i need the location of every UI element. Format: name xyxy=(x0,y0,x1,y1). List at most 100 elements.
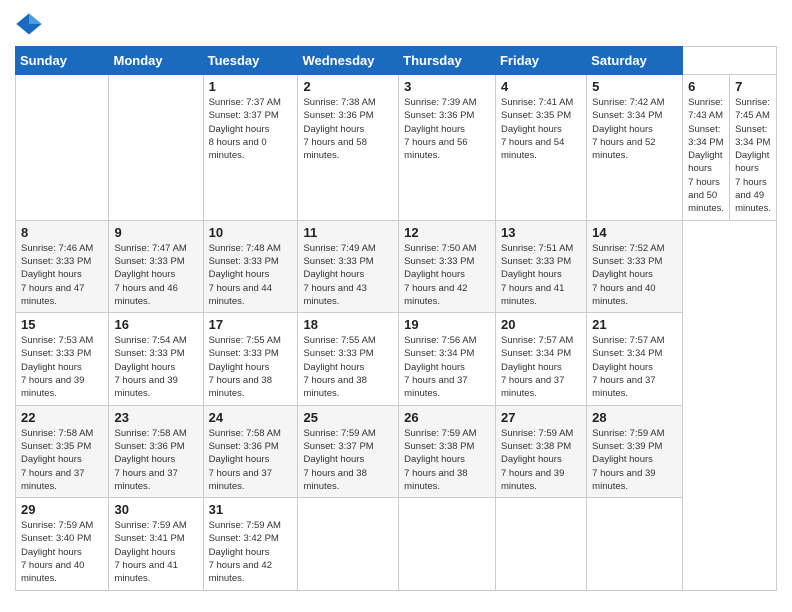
day-number: 17 xyxy=(209,317,293,332)
day-info: Sunrise: 7:55 AM Sunset: 3:33 PM Dayligh… xyxy=(303,334,393,400)
day-number: 3 xyxy=(404,79,490,94)
day-number: 29 xyxy=(21,502,103,517)
calendar-table: SundayMondayTuesdayWednesdayThursdayFrid… xyxy=(15,46,777,591)
day-info: Sunrise: 7:59 AM Sunset: 3:38 PM Dayligh… xyxy=(404,427,490,493)
day-number: 2 xyxy=(303,79,393,94)
day-info: Sunrise: 7:39 AM Sunset: 3:36 PM Dayligh… xyxy=(404,96,490,162)
calendar-day-cell: 1 Sunrise: 7:37 AM Sunset: 3:37 PM Dayli… xyxy=(203,75,298,221)
day-header-monday: Monday xyxy=(109,47,203,75)
day-header-saturday: Saturday xyxy=(587,47,683,75)
calendar-day-cell: 6 Sunrise: 7:43 AM Sunset: 3:34 PM Dayli… xyxy=(683,75,730,221)
calendar-day-cell: 8 Sunrise: 7:46 AM Sunset: 3:33 PM Dayli… xyxy=(16,220,109,312)
logo xyxy=(15,10,46,38)
calendar-day-cell: 27 Sunrise: 7:59 AM Sunset: 3:38 PM Dayl… xyxy=(495,405,586,497)
day-info: Sunrise: 7:58 AM Sunset: 3:36 PM Dayligh… xyxy=(114,427,197,493)
day-number: 30 xyxy=(114,502,197,517)
day-info: Sunrise: 7:57 AM Sunset: 3:34 PM Dayligh… xyxy=(501,334,581,400)
day-info: Sunrise: 7:59 AM Sunset: 3:40 PM Dayligh… xyxy=(21,519,103,585)
day-number: 1 xyxy=(209,79,293,94)
day-info: Sunrise: 7:41 AM Sunset: 3:35 PM Dayligh… xyxy=(501,96,581,162)
calendar-day-cell: 23 Sunrise: 7:58 AM Sunset: 3:36 PM Dayl… xyxy=(109,405,203,497)
calendar-day-cell: 19 Sunrise: 7:56 AM Sunset: 3:34 PM Dayl… xyxy=(399,313,496,405)
day-number: 14 xyxy=(592,225,677,240)
day-number: 26 xyxy=(404,410,490,425)
day-info: Sunrise: 7:54 AM Sunset: 3:33 PM Dayligh… xyxy=(114,334,197,400)
day-info: Sunrise: 7:42 AM Sunset: 3:34 PM Dayligh… xyxy=(592,96,677,162)
day-info: Sunrise: 7:52 AM Sunset: 3:33 PM Dayligh… xyxy=(592,242,677,308)
day-number: 21 xyxy=(592,317,677,332)
day-number: 13 xyxy=(501,225,581,240)
day-info: Sunrise: 7:46 AM Sunset: 3:33 PM Dayligh… xyxy=(21,242,103,308)
day-number: 28 xyxy=(592,410,677,425)
calendar-day-cell: 26 Sunrise: 7:59 AM Sunset: 3:38 PM Dayl… xyxy=(399,405,496,497)
calendar-day-cell: 7 Sunrise: 7:45 AM Sunset: 3:34 PM Dayli… xyxy=(730,75,777,221)
day-info: Sunrise: 7:48 AM Sunset: 3:33 PM Dayligh… xyxy=(209,242,293,308)
calendar-day-cell: 14 Sunrise: 7:52 AM Sunset: 3:33 PM Dayl… xyxy=(587,220,683,312)
day-info: Sunrise: 7:45 AM Sunset: 3:34 PM Dayligh… xyxy=(735,96,771,216)
day-number: 24 xyxy=(209,410,293,425)
empty-cell xyxy=(16,75,109,221)
day-number: 25 xyxy=(303,410,393,425)
day-number: 27 xyxy=(501,410,581,425)
day-info: Sunrise: 7:59 AM Sunset: 3:39 PM Dayligh… xyxy=(592,427,677,493)
day-number: 15 xyxy=(21,317,103,332)
calendar-day-cell: 29 Sunrise: 7:59 AM Sunset: 3:40 PM Dayl… xyxy=(16,498,109,590)
calendar-day-cell: 22 Sunrise: 7:58 AM Sunset: 3:35 PM Dayl… xyxy=(16,405,109,497)
calendar-day-cell: 3 Sunrise: 7:39 AM Sunset: 3:36 PM Dayli… xyxy=(399,75,496,221)
day-number: 11 xyxy=(303,225,393,240)
day-info: Sunrise: 7:59 AM Sunset: 3:38 PM Dayligh… xyxy=(501,427,581,493)
calendar-day-cell: 15 Sunrise: 7:53 AM Sunset: 3:33 PM Dayl… xyxy=(16,313,109,405)
day-info: Sunrise: 7:55 AM Sunset: 3:33 PM Dayligh… xyxy=(209,334,293,400)
day-info: Sunrise: 7:59 AM Sunset: 3:42 PM Dayligh… xyxy=(209,519,293,585)
calendar-week-row: 22 Sunrise: 7:58 AM Sunset: 3:35 PM Dayl… xyxy=(16,405,777,497)
day-info: Sunrise: 7:53 AM Sunset: 3:33 PM Dayligh… xyxy=(21,334,103,400)
calendar-day-cell: 25 Sunrise: 7:59 AM Sunset: 3:37 PM Dayl… xyxy=(298,405,399,497)
day-header-wednesday: Wednesday xyxy=(298,47,399,75)
day-info: Sunrise: 7:37 AM Sunset: 3:37 PM Dayligh… xyxy=(209,96,293,162)
day-header-friday: Friday xyxy=(495,47,586,75)
day-number: 9 xyxy=(114,225,197,240)
day-number: 22 xyxy=(21,410,103,425)
calendar-day-cell: 11 Sunrise: 7:49 AM Sunset: 3:33 PM Dayl… xyxy=(298,220,399,312)
day-number: 12 xyxy=(404,225,490,240)
calendar-day-cell xyxy=(495,498,586,590)
day-info: Sunrise: 7:51 AM Sunset: 3:33 PM Dayligh… xyxy=(501,242,581,308)
calendar-day-cell: 10 Sunrise: 7:48 AM Sunset: 3:33 PM Dayl… xyxy=(203,220,298,312)
calendar-day-cell: 28 Sunrise: 7:59 AM Sunset: 3:39 PM Dayl… xyxy=(587,405,683,497)
calendar-day-cell: 16 Sunrise: 7:54 AM Sunset: 3:33 PM Dayl… xyxy=(109,313,203,405)
day-info: Sunrise: 7:47 AM Sunset: 3:33 PM Dayligh… xyxy=(114,242,197,308)
day-number: 20 xyxy=(501,317,581,332)
day-number: 8 xyxy=(21,225,103,240)
calendar-day-cell: 9 Sunrise: 7:47 AM Sunset: 3:33 PM Dayli… xyxy=(109,220,203,312)
calendar-day-cell: 20 Sunrise: 7:57 AM Sunset: 3:34 PM Dayl… xyxy=(495,313,586,405)
day-number: 19 xyxy=(404,317,490,332)
day-number: 5 xyxy=(592,79,677,94)
day-number: 18 xyxy=(303,317,393,332)
day-number: 31 xyxy=(209,502,293,517)
day-header-sunday: Sunday xyxy=(16,47,109,75)
day-number: 4 xyxy=(501,79,581,94)
calendar-day-cell: 13 Sunrise: 7:51 AM Sunset: 3:33 PM Dayl… xyxy=(495,220,586,312)
day-info: Sunrise: 7:49 AM Sunset: 3:33 PM Dayligh… xyxy=(303,242,393,308)
calendar-day-cell: 4 Sunrise: 7:41 AM Sunset: 3:35 PM Dayli… xyxy=(495,75,586,221)
calendar-day-cell: 2 Sunrise: 7:38 AM Sunset: 3:36 PM Dayli… xyxy=(298,75,399,221)
day-number: 16 xyxy=(114,317,197,332)
day-info: Sunrise: 7:59 AM Sunset: 3:41 PM Dayligh… xyxy=(114,519,197,585)
day-info: Sunrise: 7:57 AM Sunset: 3:34 PM Dayligh… xyxy=(592,334,677,400)
day-number: 10 xyxy=(209,225,293,240)
calendar-day-cell xyxy=(399,498,496,590)
calendar-week-row: 1 Sunrise: 7:37 AM Sunset: 3:37 PM Dayli… xyxy=(16,75,777,221)
calendar-day-cell: 18 Sunrise: 7:55 AM Sunset: 3:33 PM Dayl… xyxy=(298,313,399,405)
day-header-tuesday: Tuesday xyxy=(203,47,298,75)
day-info: Sunrise: 7:58 AM Sunset: 3:35 PM Dayligh… xyxy=(21,427,103,493)
day-number: 7 xyxy=(735,79,771,94)
day-number: 23 xyxy=(114,410,197,425)
calendar-week-row: 15 Sunrise: 7:53 AM Sunset: 3:33 PM Dayl… xyxy=(16,313,777,405)
calendar-day-cell: 21 Sunrise: 7:57 AM Sunset: 3:34 PM Dayl… xyxy=(587,313,683,405)
calendar-day-cell: 24 Sunrise: 7:58 AM Sunset: 3:36 PM Dayl… xyxy=(203,405,298,497)
calendar-week-row: 8 Sunrise: 7:46 AM Sunset: 3:33 PM Dayli… xyxy=(16,220,777,312)
calendar-week-row: 29 Sunrise: 7:59 AM Sunset: 3:40 PM Dayl… xyxy=(16,498,777,590)
calendar-day-cell xyxy=(298,498,399,590)
day-info: Sunrise: 7:43 AM Sunset: 3:34 PM Dayligh… xyxy=(688,96,724,216)
logo-icon xyxy=(15,10,43,38)
